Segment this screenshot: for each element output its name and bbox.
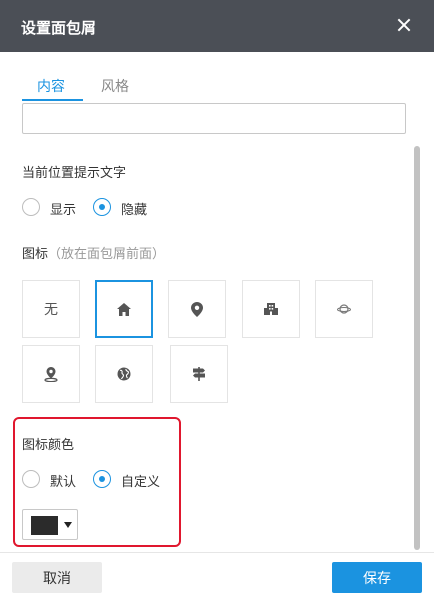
icon-option-none-label: 无 <box>44 302 58 318</box>
icon-option-none[interactable]: 无 <box>22 280 80 338</box>
icon-option-map-marker[interactable] <box>22 345 80 403</box>
save-button[interactable]: 保存 <box>332 562 422 593</box>
tab-content[interactable]: 内容 <box>37 76 65 96</box>
footer-divider <box>0 552 434 553</box>
top-text-field[interactable] <box>22 103 406 134</box>
breadcrumb-settings-dialog: 设置面包屑 内容 风格 当前位置提示文字 显示 隐藏 图标（放在面包屑前面） 无 <box>0 0 434 602</box>
color-picker-dropdown[interactable] <box>22 509 78 540</box>
radio-default-color[interactable] <box>22 470 40 488</box>
icon-option-globe[interactable] <box>95 345 153 403</box>
radio-default-color-label[interactable]: 默认 <box>50 471 76 490</box>
icon-color-label: 图标颜色 <box>22 438 75 453</box>
caret-down-icon <box>64 522 72 528</box>
icon-option-location[interactable] <box>168 280 226 338</box>
planet-icon <box>337 304 351 314</box>
tab-active-indicator <box>22 99 83 101</box>
color-swatch <box>31 516 58 535</box>
close-icon[interactable] <box>394 15 414 35</box>
signpost-icon <box>193 367 205 381</box>
map-marker-icon <box>44 366 58 382</box>
location-pin-icon <box>191 301 203 317</box>
dialog-titlebar: 设置面包屑 <box>0 0 434 52</box>
building-icon <box>264 303 278 315</box>
icon-option-signpost[interactable] <box>170 345 228 403</box>
radio-show[interactable] <box>22 198 40 216</box>
scrollbar-thumb[interactable] <box>414 146 420 550</box>
dialog-title: 设置面包屑 <box>21 19 97 37</box>
icon-section-hint: （放在面包屑前面） <box>48 247 166 262</box>
home-icon <box>117 302 131 316</box>
radio-custom-color-label[interactable]: 自定义 <box>121 471 160 490</box>
radio-hide-label[interactable]: 隐藏 <box>121 199 147 218</box>
cancel-button[interactable]: 取消 <box>12 562 102 593</box>
icon-option-building[interactable] <box>242 280 300 338</box>
icon-section-title: 图标 <box>22 247 49 262</box>
tab-style[interactable]: 风格 <box>101 76 129 96</box>
icon-option-planet[interactable] <box>315 280 373 338</box>
position-hint-label: 当前位置提示文字 <box>22 166 127 181</box>
radio-show-label[interactable]: 显示 <box>50 199 76 218</box>
icon-option-home[interactable] <box>95 280 153 338</box>
radio-custom-color[interactable] <box>93 470 111 488</box>
radio-hide[interactable] <box>93 198 111 216</box>
globe-icon <box>117 367 131 381</box>
icon-section-label: 图标（放在面包屑前面） <box>22 243 165 262</box>
